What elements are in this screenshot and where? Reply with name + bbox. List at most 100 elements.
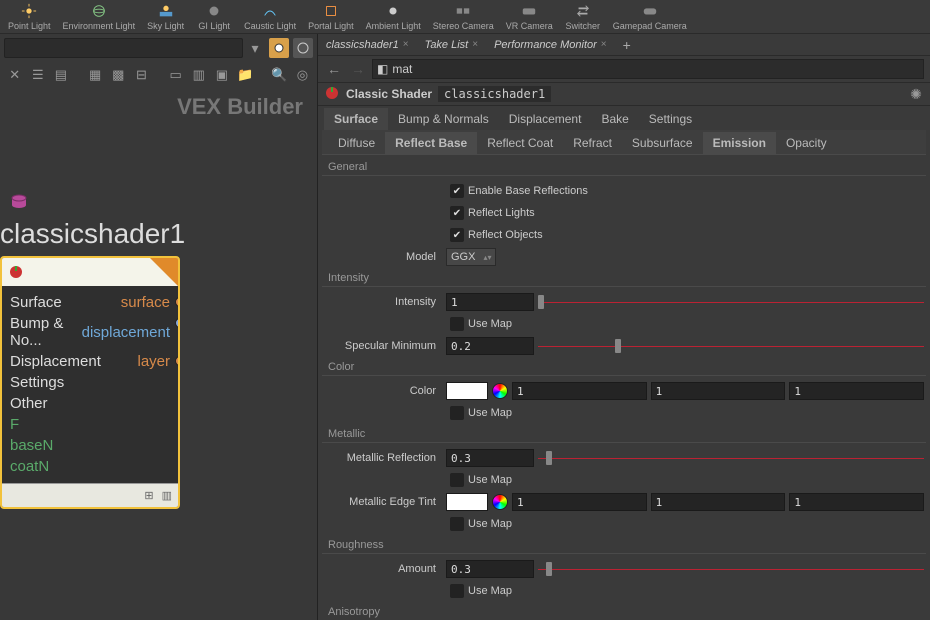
shelf-gi-light[interactable]: GI Light [190, 0, 238, 33]
vr-cam-icon [519, 2, 539, 20]
caustic-light-icon [260, 2, 280, 20]
network-context-title: VEX Builder [0, 88, 317, 124]
display-toggle-b[interactable] [293, 38, 313, 58]
intensity-slider[interactable] [538, 293, 924, 311]
shelf-env-light[interactable]: Environment Light [57, 0, 142, 33]
reflect-objects-check[interactable]: ✔ [450, 228, 464, 242]
param-tab[interactable]: Displacement [499, 108, 592, 130]
color-g-field[interactable] [651, 382, 786, 400]
sub-tab[interactable]: Emission [703, 132, 776, 154]
shelf-ambient-light[interactable]: Ambient Light [360, 0, 427, 33]
folder-icon[interactable]: 📁 [236, 65, 253, 85]
output-port[interactable] [175, 356, 180, 366]
color-usemap-check[interactable] [450, 406, 464, 420]
param-tab[interactable]: Settings [639, 108, 702, 130]
search-icon[interactable]: 🔍 [271, 65, 288, 85]
color-b-field[interactable] [789, 382, 924, 400]
network-path-dropdown[interactable] [4, 38, 243, 58]
forward-icon[interactable]: → [348, 59, 368, 79]
node-output-row[interactable]: baseN [2, 435, 178, 456]
node-corner-icon [150, 258, 178, 286]
intensity-usemap-check[interactable] [450, 317, 464, 331]
tint-swatch[interactable] [446, 493, 488, 511]
target-icon[interactable]: ◎ [294, 65, 311, 85]
gear-icon[interactable]: ✺ [906, 84, 926, 104]
param-tab[interactable]: Bump & Normals [388, 108, 499, 130]
color-wheel-icon[interactable] [492, 383, 508, 399]
enable-reflections-check[interactable]: ✔ [450, 184, 464, 198]
node-output-row[interactable]: coatN [2, 456, 178, 477]
node-output-row[interactable]: Settings [2, 372, 178, 393]
sub-tab[interactable]: Refract [563, 132, 622, 154]
pane-tab[interactable]: Take List× [417, 36, 486, 54]
wrench-icon[interactable]: ✕ [6, 65, 23, 85]
specmin-slider[interactable] [538, 337, 924, 355]
shelf-switcher[interactable]: Switcher [559, 0, 607, 33]
display-toggle-a[interactable] [269, 38, 289, 58]
save-icon[interactable]: ▭ [167, 65, 184, 85]
network-view[interactable]: classicshader1 SurfacesurfaceBump & No..… [0, 124, 317, 620]
tree-icon[interactable]: ⊟ [133, 65, 150, 85]
shelf-caustic-light[interactable]: Caustic Light [238, 0, 302, 33]
param-tab[interactable]: Bake [591, 108, 638, 130]
roughness-slider[interactable] [538, 560, 924, 578]
add-tab-button[interactable]: + [615, 37, 639, 53]
tint-b-field[interactable] [789, 493, 924, 511]
list-icon[interactable]: ☰ [29, 65, 46, 85]
network-editor-pane: ▾ ✕ ☰ ▤ ▦ ▩ ⊟ ▭ ▥ ▣ 📁 🔍 ◎ VEX Builder [0, 34, 318, 620]
metallic-usemap-check[interactable] [450, 473, 464, 487]
panel-icon[interactable]: ▤ [52, 65, 69, 85]
color-swatch[interactable] [446, 382, 488, 400]
checker-icon[interactable]: ▩ [110, 65, 127, 85]
reflect-lights-check[interactable]: ✔ [450, 206, 464, 220]
node-output-row[interactable]: Displacementlayer [2, 351, 178, 372]
tint-usemap-check[interactable] [450, 517, 464, 531]
tint-wheel-icon[interactable] [492, 494, 508, 510]
output-port[interactable] [175, 318, 180, 328]
tint-r-field[interactable] [512, 493, 647, 511]
tint-g-field[interactable] [651, 493, 786, 511]
shader-name-field[interactable]: classicshader1 [438, 86, 551, 102]
portal-light-icon [321, 2, 341, 20]
sub-tab[interactable]: Opacity [776, 132, 837, 154]
node-output-row[interactable]: Surfacesurface [2, 292, 178, 313]
shelf-portal-light[interactable]: Portal Light [302, 0, 360, 33]
model-dropdown[interactable]: GGX▴▾ [446, 248, 496, 266]
shelf-sky-light[interactable]: Sky Light [141, 0, 190, 33]
shelf-vr-cam[interactable]: VR Camera [500, 0, 559, 33]
pane-tab[interactable]: Performance Monitor× [486, 36, 615, 54]
node-output-row[interactable]: Other [2, 393, 178, 414]
image-icon[interactable]: ▣ [213, 65, 230, 85]
param-tab[interactable]: Surface [324, 108, 388, 130]
shader-header: Classic Shader classicshader1 ✺ [318, 82, 930, 106]
node-output-row[interactable]: Bump & No...displacement [2, 313, 178, 351]
dropdown-chevron-icon[interactable]: ▾ [245, 38, 265, 58]
specmin-field[interactable] [446, 337, 534, 355]
color-r-field[interactable] [512, 382, 647, 400]
roughness-usemap-check[interactable] [450, 584, 464, 598]
sub-tab[interactable]: Diffuse [328, 132, 385, 154]
close-icon[interactable]: × [601, 39, 607, 50]
close-icon[interactable]: × [472, 39, 478, 50]
intensity-field[interactable] [446, 293, 534, 311]
sub-tab[interactable]: Subsurface [622, 132, 703, 154]
node-output-row[interactable]: F [2, 414, 178, 435]
metallic-refl-slider[interactable] [538, 449, 924, 467]
sub-tab[interactable]: Reflect Coat [477, 132, 563, 154]
sub-tab[interactable]: Reflect Base [385, 132, 477, 154]
output-port[interactable] [175, 297, 180, 307]
stack-icon[interactable]: ▥ [190, 65, 207, 85]
pane-tab[interactable]: classicshader1× [318, 36, 417, 54]
gi-light-icon [204, 2, 224, 20]
back-icon[interactable]: ← [324, 59, 344, 79]
roughness-field[interactable] [446, 560, 534, 578]
metallic-refl-field[interactable] [446, 449, 534, 467]
close-icon[interactable]: × [403, 39, 409, 50]
grid-icon[interactable]: ▦ [87, 65, 104, 85]
param-sub-tabs: DiffuseReflect BaseReflect CoatRefractSu… [322, 130, 926, 155]
shelf-point-light[interactable]: Point Light [2, 0, 57, 33]
node-body[interactable]: SurfacesurfaceBump & No...displacementDi… [0, 256, 180, 509]
shelf-stereo-cam[interactable]: Stereo Camera [427, 0, 500, 33]
shelf-gamepad[interactable]: Gamepad Camera [607, 0, 693, 33]
path-field[interactable]: ◧ mat [372, 59, 924, 79]
